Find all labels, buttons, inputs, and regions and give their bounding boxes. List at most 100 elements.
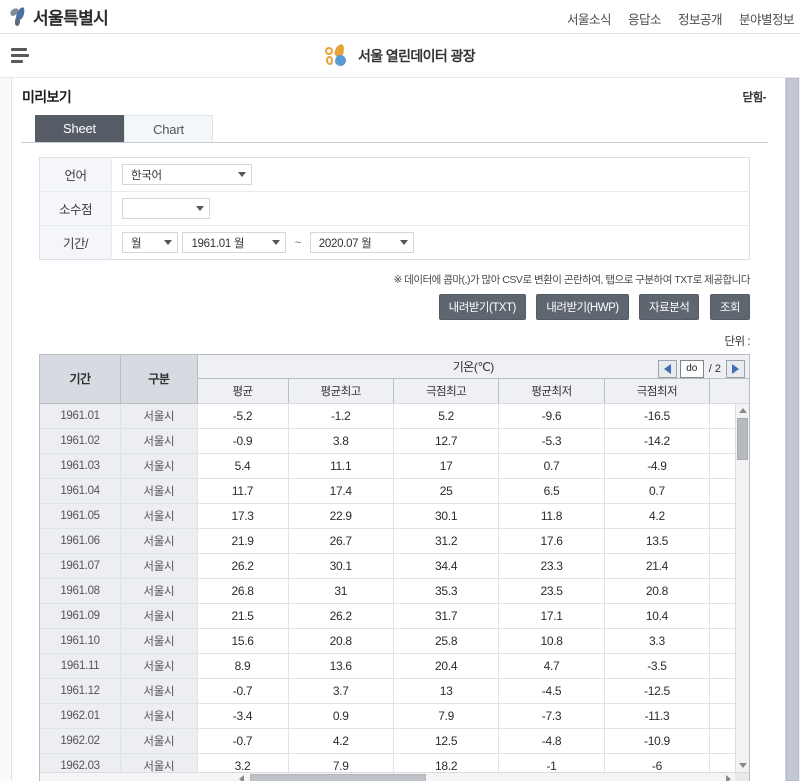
- cell-area: 서울시: [120, 578, 198, 604]
- col-header-period[interactable]: 기간: [40, 355, 122, 404]
- col-header-avg-low[interactable]: 평균최저: [498, 378, 605, 403]
- cell-ext-high: 12.5: [393, 728, 500, 754]
- data-analysis-button[interactable]: 자료분석: [639, 294, 700, 320]
- table-row[interactable]: 1961.11 서울시 8.9 13.6 20.4 4.7 -3.5: [40, 653, 749, 679]
- cell-area: 서울시: [120, 728, 198, 754]
- cell-ext-low: 21.4: [604, 553, 711, 579]
- scroll-left-button[interactable]: [235, 773, 248, 781]
- table-row[interactable]: 1961.12 서울시 -0.7 3.7 13 -4.5 -12.5: [40, 678, 749, 704]
- page-scroll-thumb[interactable]: [786, 78, 799, 781]
- portal-title: 서울 열린데이터 광장: [357, 47, 476, 64]
- period-from-select[interactable]: 1961.01 월: [182, 232, 287, 253]
- nav-link-response[interactable]: 응답소: [628, 9, 662, 28]
- cell-period: 1961.10: [40, 628, 122, 654]
- period-label: 기간/: [39, 225, 112, 260]
- period-unit-value: 월: [131, 237, 142, 250]
- cell-avg-high: 11.1: [288, 453, 394, 479]
- cell-ext-low: -3.5: [604, 653, 711, 679]
- cell-avg: 11.7: [197, 478, 289, 504]
- download-txt-button[interactable]: 내려받기(TXT): [438, 294, 526, 320]
- cell-avg-low: -9.6: [498, 403, 605, 429]
- scroll-right-button[interactable]: [722, 773, 735, 781]
- table-row[interactable]: 1961.10 서울시 15.6 20.8 25.8 10.8 3.3: [40, 628, 749, 654]
- col-header-avg-high[interactable]: 평균최고: [288, 378, 394, 403]
- cell-area: 서울시: [120, 653, 198, 679]
- table-row[interactable]: 1962.02 서울시 -0.7 4.2 12.5 -4.8 -10.9: [40, 728, 749, 754]
- language-select[interactable]: 한국어: [122, 164, 252, 185]
- pager-next-button[interactable]: [726, 360, 745, 378]
- cell-ext-high: 30.1: [393, 503, 500, 529]
- cell-area: 서울시: [120, 553, 198, 579]
- form-row-period: 기간/ 월 1961.01 월 ~ 2020.07 월: [39, 225, 750, 260]
- table-row[interactable]: 1961.04 서울시 11.7 17.4 25 6.5 0.7: [40, 478, 749, 504]
- horizontal-scroll-thumb[interactable]: [250, 773, 426, 781]
- grid-horizontal-scrollbar[interactable]: [40, 771, 749, 781]
- period-from-value: 1961.01 월: [191, 237, 245, 250]
- table-row[interactable]: 1962.03 서울시 3.2 7.9 18.2 -1 -6: [40, 753, 749, 772]
- open-data-plaza-logo[interactable]: 서울 열린데이터 광장: [324, 42, 476, 68]
- nav-link-seoul-news[interactable]: 서울소식: [567, 9, 612, 28]
- chevron-down-icon: [272, 240, 281, 245]
- preview-header: 미리보기 닫힘-: [13, 78, 770, 112]
- pager-prev-button[interactable]: [657, 360, 677, 378]
- cell-area: 서울시: [120, 603, 198, 629]
- cell-period: 1962.02: [40, 728, 122, 754]
- cell-period: 1962.03: [40, 753, 122, 772]
- cell-ext-high: 17: [393, 453, 500, 479]
- vertical-scroll-thumb[interactable]: [737, 417, 748, 460]
- cell-avg-high: 30.1: [288, 553, 394, 579]
- tab-sheet[interactable]: Sheet: [35, 115, 124, 142]
- cell-avg: 3.2: [197, 753, 289, 772]
- scroll-down-button[interactable]: [736, 758, 749, 772]
- table-row[interactable]: 1961.07 서울시 26.2 30.1 34.4 23.3 21.4: [40, 553, 749, 579]
- decimal-select[interactable]: [122, 198, 210, 219]
- portal-bar: 서울 열린데이터 광장: [0, 34, 800, 78]
- close-preview-button[interactable]: 닫힘-: [743, 89, 767, 105]
- period-unit-select[interactable]: 월: [122, 232, 178, 253]
- col-header-avg[interactable]: 평균: [197, 378, 289, 403]
- col-header-ext-low[interactable]: 극점최저: [604, 378, 711, 403]
- download-hwp-button[interactable]: 내려받기(HWP): [536, 294, 629, 320]
- cell-period: 1961.06: [40, 528, 122, 554]
- col-header-area[interactable]: 구분: [120, 355, 198, 404]
- table-row[interactable]: 1961.01 서울시 -5.2 -1.2 5.2 -9.6 -16.5: [40, 403, 749, 429]
- table-row[interactable]: 1961.02 서울시 -0.9 3.8 12.7 -5.3 -14.2: [40, 428, 749, 454]
- pager-page-input[interactable]: do: [679, 360, 704, 378]
- seoul-city-logo[interactable]: 서울특별시: [8, 4, 109, 29]
- page-scrollbar[interactable]: [785, 78, 800, 781]
- table-row[interactable]: 1961.06 서울시 21.9 26.7 31.2 17.6 13.5: [40, 528, 749, 554]
- hamburger-icon[interactable]: [11, 48, 29, 63]
- table-row[interactable]: 1961.08 서울시 26.8 31 35.3 23.5 20.8: [40, 578, 749, 604]
- cell-area: 서울시: [120, 703, 198, 729]
- table-row[interactable]: 1961.03 서울시 5.4 11.1 17 0.7 -4.9: [40, 453, 749, 479]
- nav-link-disclosure[interactable]: 정보공개: [678, 9, 723, 28]
- tab-chart[interactable]: Chart: [124, 115, 213, 142]
- grid-body[interactable]: 1961.01 서울시 -5.2 -1.2 5.2 -9.6 -16.5 1961.02 서울시…: [40, 403, 749, 772]
- cell-avg-low: -1: [498, 753, 605, 772]
- grid-vertical-scrollbar[interactable]: [735, 403, 749, 772]
- cell-ext-low: 3.3: [604, 628, 711, 654]
- chevron-down-icon: [399, 240, 408, 245]
- search-button[interactable]: 조회: [709, 294, 750, 320]
- cell-avg-high: 3.8: [288, 428, 394, 454]
- table-row[interactable]: 1961.05 서울시 17.3 22.9 30.1 11.8 4.2: [40, 503, 749, 529]
- chevron-down-icon: [238, 172, 246, 177]
- table-row[interactable]: 1962.01 서울시 -3.4 0.9 7.9 -7.3 -11.3: [40, 703, 749, 729]
- left-gutter: [0, 78, 12, 781]
- nav-link-category-info[interactable]: 분야별정보: [739, 9, 795, 28]
- table-row[interactable]: 1961.09 서울시 21.5 26.2 31.7 17.1 10.4: [40, 603, 749, 629]
- cell-avg-low: 17.1: [498, 603, 605, 629]
- data-grid: 기간 구분 기온(℃) 평균 평균최고 극점최고 평균최저 극점최저 do / …: [39, 354, 750, 781]
- cell-ext-high: 12.7: [393, 428, 500, 454]
- cell-ext-high: 35.3: [393, 578, 500, 604]
- period-to-select[interactable]: 2020.07 월: [309, 232, 414, 253]
- cell-ext-low: -11.3: [604, 703, 711, 729]
- cell-period: 1961.09: [40, 603, 122, 629]
- scroll-up-button[interactable]: [736, 403, 749, 417]
- col-header-ext-high[interactable]: 극점최고: [393, 378, 500, 403]
- cell-avg: -0.9: [197, 428, 289, 454]
- cell-avg: 17.3: [197, 503, 289, 529]
- chevron-right-icon: [732, 364, 739, 374]
- language-field: 한국어: [111, 157, 750, 192]
- cell-ext-low: 0.7: [604, 478, 711, 504]
